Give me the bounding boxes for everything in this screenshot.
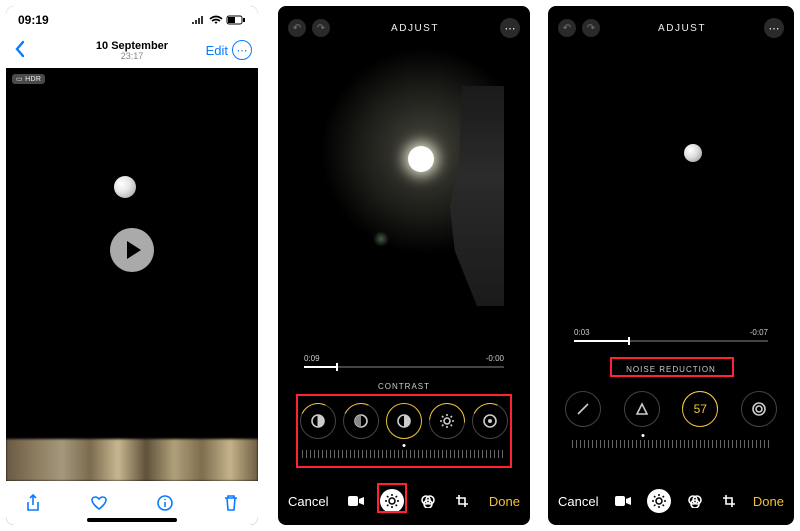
media-viewport[interactable]: ▭ HDR	[6, 68, 258, 525]
done-button[interactable]: Done	[753, 494, 784, 509]
status-bar: 09:19	[6, 6, 258, 34]
lens-flare	[373, 231, 389, 247]
info-button[interactable]	[156, 494, 174, 512]
clock: 09:19	[18, 13, 49, 27]
dial-noise-reduction[interactable]: 57	[682, 391, 718, 427]
edit-button[interactable]: Edit	[206, 43, 228, 58]
cancel-button[interactable]: Cancel	[288, 494, 328, 509]
time-remaining: -0:00	[486, 354, 504, 363]
mode-adjust[interactable]	[647, 489, 671, 513]
wifi-icon	[209, 15, 223, 25]
highlight-annotation-label	[610, 357, 734, 377]
editor-canvas[interactable]	[304, 46, 504, 346]
status-icons	[192, 15, 246, 25]
photo-time: 23:17	[96, 52, 168, 62]
cloud-graphic	[444, 86, 504, 306]
cancel-button[interactable]: Cancel	[558, 494, 598, 509]
moon-graphic	[408, 146, 434, 172]
noise-reduction-value: 57	[694, 402, 707, 416]
editor-topbar: ↶ ↷ ADJUST ⋯	[548, 16, 794, 40]
hdr-badge: ▭ HDR	[12, 74, 45, 84]
redo-button[interactable]: ↷	[582, 19, 600, 37]
dial-definition[interactable]	[624, 391, 660, 427]
time-remaining: -0:07	[750, 328, 768, 337]
mode-filters[interactable]	[685, 491, 705, 511]
editor-more-button[interactable]: ⋯	[500, 18, 520, 38]
mode-filters[interactable]	[418, 491, 438, 511]
video-scrubber[interactable]: 0:03 -0:07	[574, 328, 768, 346]
mode-crop[interactable]	[719, 491, 739, 511]
delete-button[interactable]	[222, 494, 240, 512]
share-button[interactable]	[24, 494, 42, 512]
back-button[interactable]	[14, 40, 26, 63]
editor-more-button[interactable]: ⋯	[764, 18, 784, 38]
redo-button[interactable]: ↷	[312, 19, 330, 37]
editor-topbar: ↶ ↷ ADJUST ⋯	[278, 16, 530, 40]
nav-header: 10 September 23:17 Edit ⋯	[6, 34, 258, 68]
highlight-annotation-mode	[377, 483, 407, 513]
mode-video[interactable]	[346, 491, 366, 511]
editor-title: ADJUST	[391, 23, 439, 34]
undo-button[interactable]: ↶	[558, 19, 576, 37]
photos-viewer-screen: 09:19 10 September 23:17 Edit ⋯ ▭ HDR	[6, 6, 258, 525]
thumbnail-strip[interactable]	[6, 439, 258, 481]
editor-bottombar: Cancel Done	[548, 477, 794, 525]
video-scrubber[interactable]: 0:09 -0:00	[304, 354, 504, 372]
editor-canvas[interactable]	[574, 46, 768, 316]
editor-mode-tabs	[346, 489, 472, 513]
undo-button[interactable]: ↶	[288, 19, 306, 37]
time-current: 0:03	[574, 328, 590, 337]
home-indicator[interactable]	[87, 518, 177, 522]
adjustment-slider[interactable]	[572, 434, 770, 452]
mode-video[interactable]	[613, 491, 633, 511]
play-icon	[127, 241, 141, 259]
mode-crop[interactable]	[452, 491, 472, 511]
adjustment-dials: 57	[554, 386, 788, 432]
signal-icon	[192, 15, 206, 25]
dial-sharpness[interactable]	[565, 391, 601, 427]
battery-icon	[226, 15, 246, 25]
highlight-annotation-panel	[296, 394, 512, 468]
moon-image	[114, 176, 136, 198]
adjustment-name: CONTRAST	[278, 382, 530, 391]
editor-noise-reduction-screen: ↶ ↷ ADJUST ⋯ 0:03 -0:07 NOISE REDUCTION …	[548, 6, 794, 525]
time-current: 0:09	[304, 354, 320, 363]
more-button[interactable]: ⋯	[232, 40, 252, 60]
favorite-button[interactable]	[90, 494, 108, 512]
editor-title: ADJUST	[658, 23, 706, 34]
done-button[interactable]: Done	[489, 494, 520, 509]
editor-contrast-screen: ↶ ↷ ADJUST ⋯ 0:09 -0:00 CONTRAST	[278, 6, 530, 525]
dial-vignette[interactable]	[741, 391, 777, 427]
editor-mode-tabs	[613, 489, 739, 513]
moon-graphic	[684, 144, 702, 162]
play-button[interactable]	[110, 228, 154, 272]
title-date: 10 September 23:17	[96, 40, 168, 62]
